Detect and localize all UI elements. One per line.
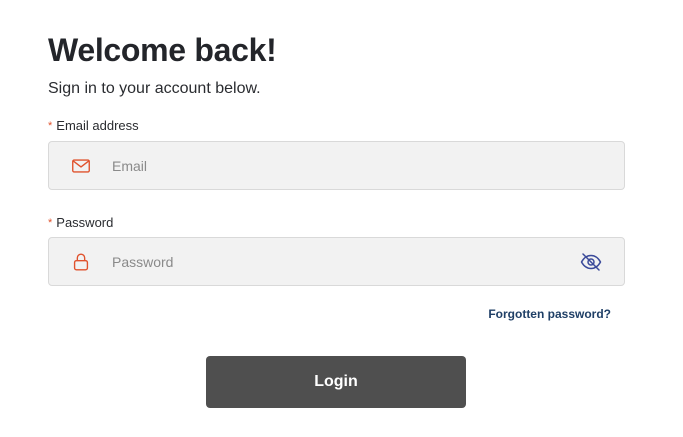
email-input[interactable] xyxy=(112,142,592,189)
email-field-container[interactable] xyxy=(48,141,625,190)
email-label: * Email address xyxy=(48,118,139,134)
eye-off-icon[interactable] xyxy=(579,250,603,274)
password-label-text: Password xyxy=(56,215,114,230)
required-marker: * xyxy=(48,120,53,132)
email-label-text: Email address xyxy=(56,118,139,133)
page-title: Welcome back! xyxy=(48,32,277,68)
password-field-container[interactable] xyxy=(48,237,625,286)
lock-icon xyxy=(73,253,89,271)
page-subtitle: Sign in to your account below. xyxy=(48,80,261,97)
password-input[interactable] xyxy=(112,238,592,285)
forgot-password-link[interactable]: Forgotten password? xyxy=(488,306,611,322)
required-marker: * xyxy=(48,217,53,229)
login-button[interactable]: Login xyxy=(206,356,466,408)
password-label: * Password xyxy=(48,215,113,231)
envelope-icon xyxy=(72,159,90,173)
login-page: Welcome back! Sign in to your account be… xyxy=(0,0,683,437)
